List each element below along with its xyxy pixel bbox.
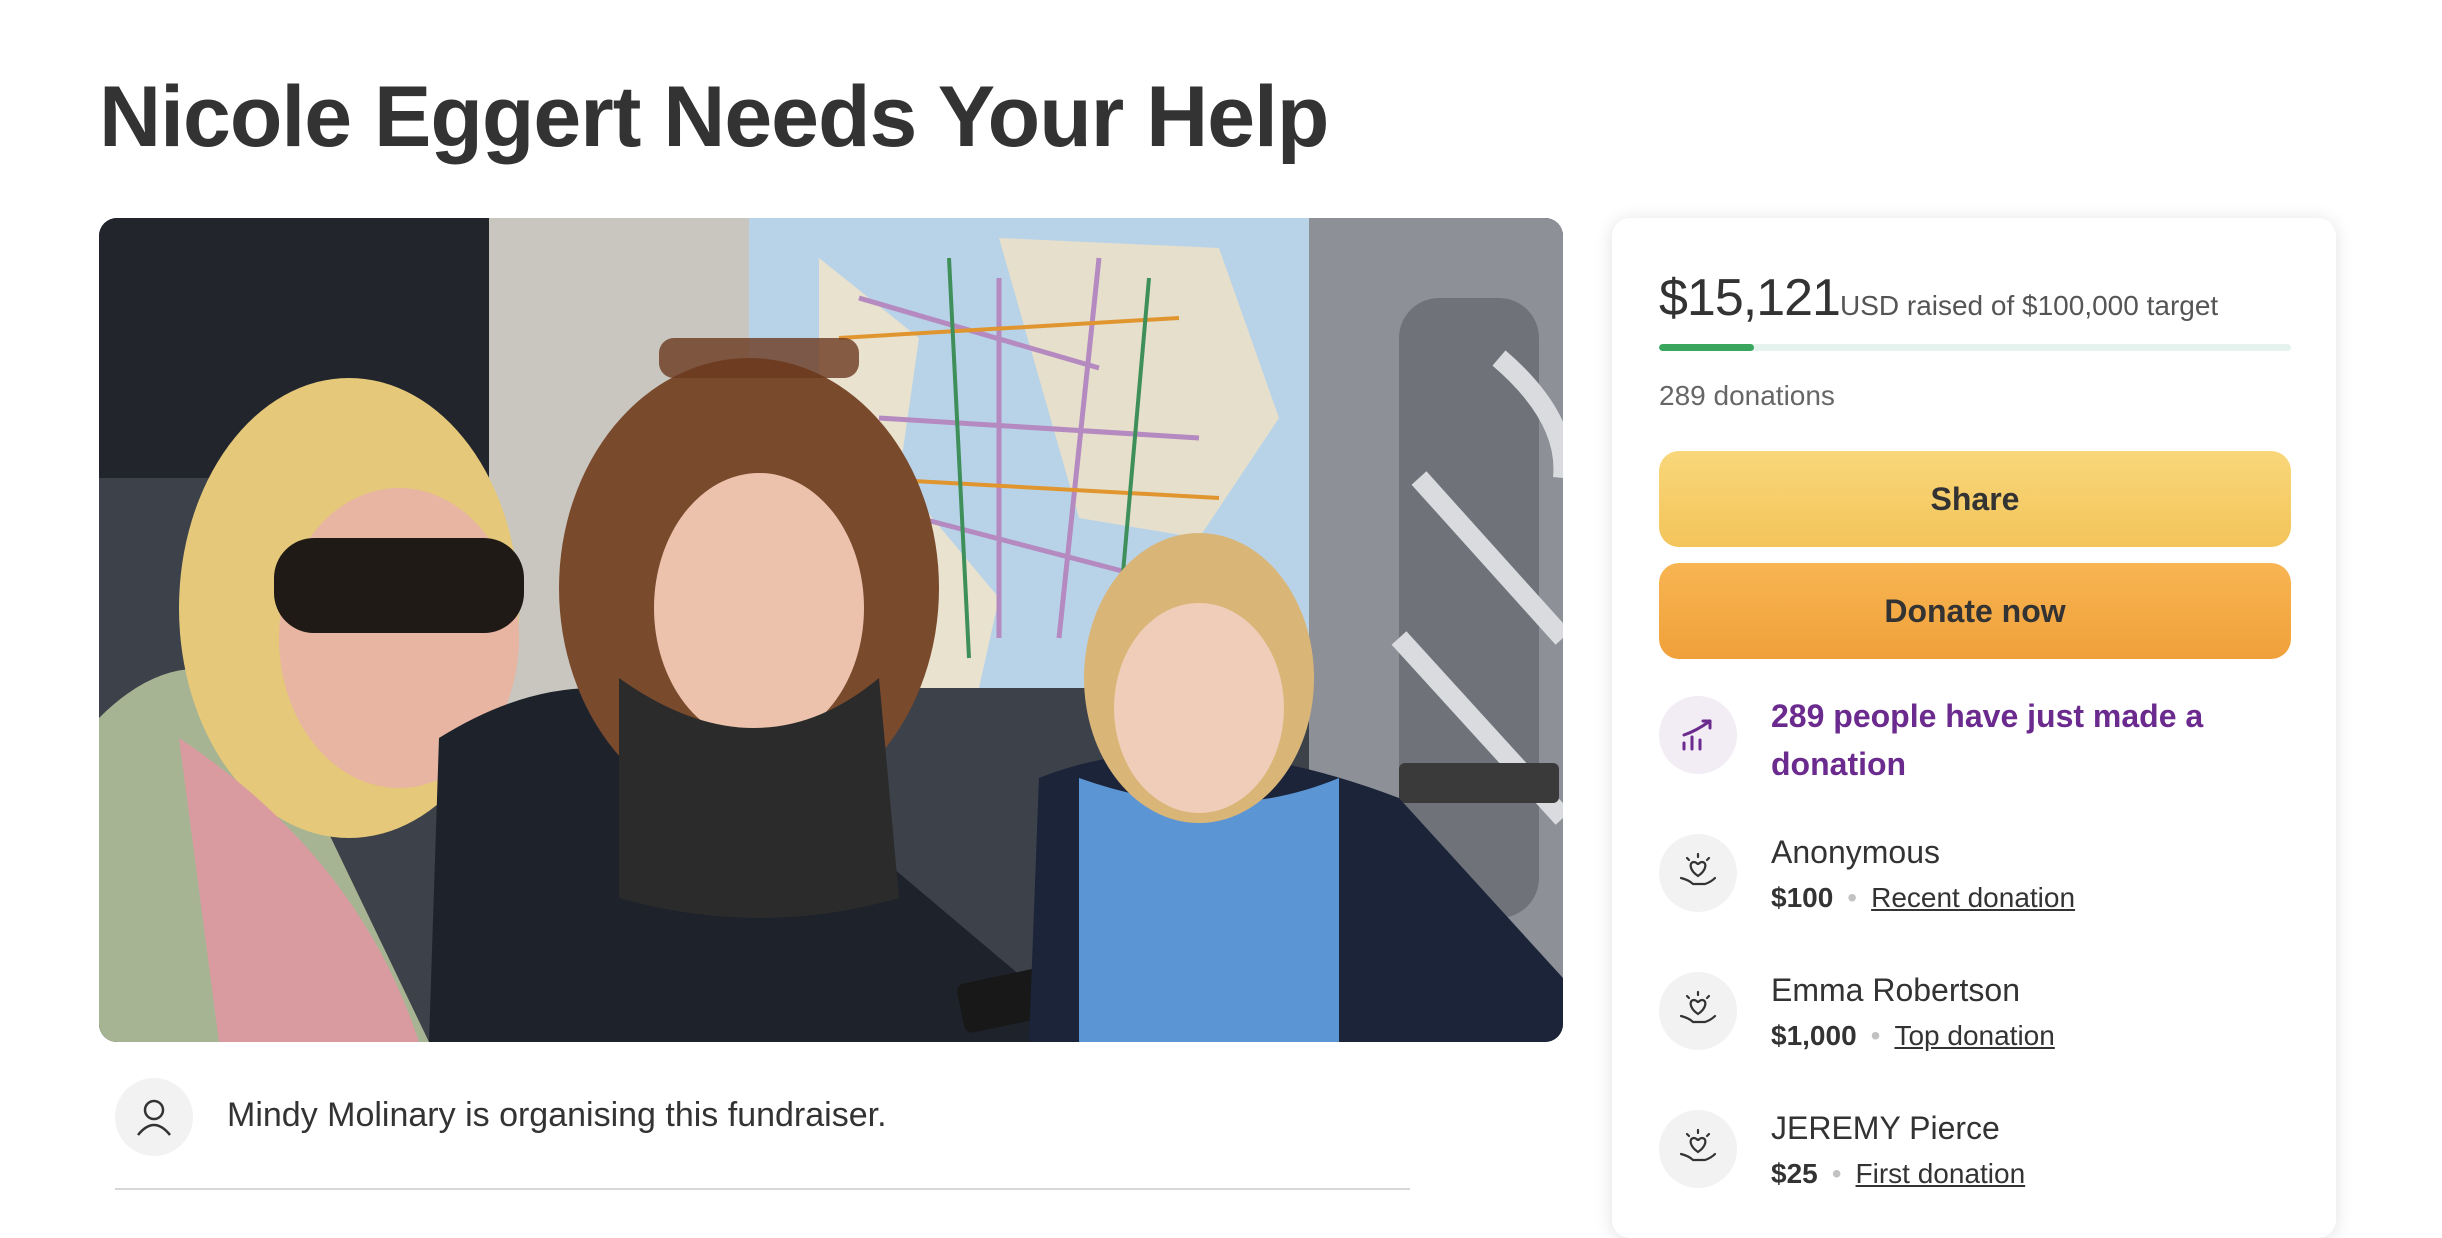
separator-dot: •	[1847, 882, 1858, 913]
campaign-photo[interactable]	[99, 218, 1563, 1042]
user-icon	[115, 1078, 193, 1156]
trending-text: 289 people have just made a donation	[1771, 698, 2204, 782]
donor-name: Anonymous	[1771, 834, 1940, 870]
donor-meta: $25 • First donation	[1771, 1158, 2025, 1190]
donor-tag-link[interactable]: First donation	[1856, 1158, 2026, 1189]
organiser-row: Mindy Molinary is organising this fundra…	[115, 1078, 1410, 1190]
raised-summary: $15,121USD raised of $100,000 target	[1659, 268, 2218, 328]
campaign-photo-illustration	[99, 218, 1563, 1042]
organiser-text: Mindy Molinary is organising this fundra…	[227, 1096, 887, 1134]
donation-panel: $15,121USD raised of $100,000 target 289…	[1612, 218, 2336, 1238]
progress-bar	[1659, 344, 2291, 351]
separator-dot: •	[1831, 1158, 1842, 1189]
donor-amount: $1,000	[1771, 1020, 1857, 1051]
donor-item: JEREMY Pierce $25 • First donation	[1659, 1110, 2299, 1206]
donate-now-button[interactable]: Donate now	[1659, 563, 2291, 659]
donor-item: Anonymous $100 • Recent donation	[1659, 834, 2299, 930]
donor-amount: $25	[1771, 1158, 1818, 1189]
progress-bar-fill	[1659, 344, 1755, 351]
donor-meta: $1,000 • Top donation	[1771, 1020, 2055, 1052]
page-title: Nicole Eggert Needs Your Help	[99, 69, 1329, 165]
donor-name: Emma Robertson	[1771, 972, 2020, 1008]
donor-item: Emma Robertson $1,000 • Top donation	[1659, 972, 2299, 1068]
donor-tag-link[interactable]: Recent donation	[1871, 882, 2075, 913]
heart-hand-icon	[1659, 1110, 1737, 1188]
donor-amount: $100	[1771, 882, 1834, 913]
donor-name: JEREMY Pierce	[1771, 1110, 2000, 1146]
trending-up-icon	[1659, 696, 1737, 774]
heart-hand-icon	[1659, 834, 1737, 912]
raised-target: USD raised of $100,000 target	[1839, 290, 2219, 321]
raised-amount: $15,121	[1659, 269, 1841, 327]
donation-count: 289 donations	[1659, 380, 1835, 411]
separator-dot: •	[1870, 1020, 1881, 1051]
donor-meta: $100 • Recent donation	[1771, 882, 2075, 914]
share-button[interactable]: Share	[1659, 451, 2291, 547]
trending-notice: 289 people have just made a donation	[1659, 696, 2299, 792]
donor-tag-link[interactable]: Top donation	[1894, 1020, 2054, 1051]
heart-hand-icon	[1659, 972, 1737, 1050]
